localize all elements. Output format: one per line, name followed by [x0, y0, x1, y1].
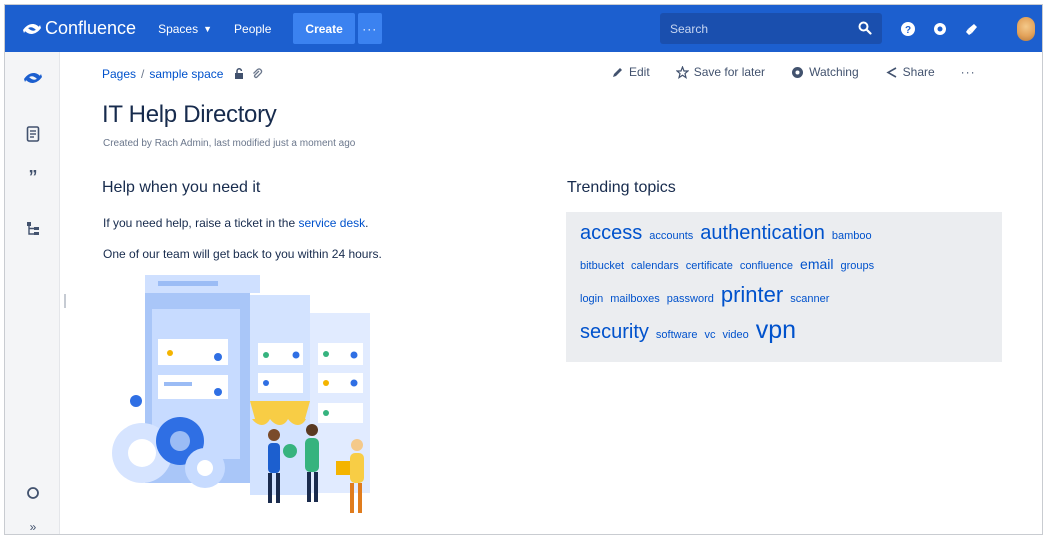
chevron-down-icon: ▼: [203, 23, 213, 34]
tag-password[interactable]: password: [667, 293, 714, 305]
svg-text:?: ?: [905, 25, 911, 36]
eye-icon: [792, 66, 804, 78]
tag-vpn[interactable]: vpn: [756, 316, 796, 345]
top-navigation: Confluence Spaces ▼ People Create ··· Se…: [5, 5, 1042, 52]
breadcrumb: Pages / sample space: [102, 67, 263, 81]
page-tree-icon[interactable]: [22, 218, 44, 240]
page-actions: Edit Save for later Watching Share ···: [612, 65, 976, 79]
tag-access[interactable]: access: [580, 222, 642, 245]
tag-login[interactable]: login: [580, 293, 603, 305]
space-logo-icon[interactable]: [22, 67, 44, 89]
page-byline: Created by Rach Admin, last modified jus…: [103, 138, 356, 149]
star-icon: [675, 65, 689, 79]
tag-software[interactable]: software: [656, 329, 698, 341]
notifications-icon[interactable]: [959, 16, 985, 42]
help-icon[interactable]: ?: [895, 16, 921, 42]
breadcrumb-pages[interactable]: Pages: [102, 67, 136, 81]
space-sidebar: ” »: [5, 52, 60, 534]
help-text-line2: One of our team will get back to you wit…: [103, 247, 382, 261]
tag-groups[interactable]: groups: [841, 260, 875, 272]
confluence-icon: [23, 23, 41, 34]
tag-calendars[interactable]: calendars: [631, 260, 679, 272]
trending-heading: Trending topics: [567, 179, 676, 196]
tag-printer[interactable]: printer: [721, 282, 783, 308]
tag-scanner[interactable]: scanner: [790, 293, 829, 305]
tag-confluence[interactable]: confluence: [740, 260, 793, 272]
spaces-label: Spaces: [158, 21, 199, 36]
tag-cloud-line: access accounts authentication bamboo: [580, 222, 988, 256]
more-actions-button[interactable]: ···: [961, 65, 976, 79]
help-line1-prefix: If you need help, raise a ticket in the: [103, 216, 299, 230]
share-icon: [886, 66, 897, 78]
help-text-line1: If you need help, raise a ticket in the …: [103, 216, 369, 230]
tag-video[interactable]: video: [722, 329, 748, 341]
space-settings-icon[interactable]: [22, 482, 44, 504]
watching-label: Watching: [809, 65, 859, 79]
service-desk-link[interactable]: service desk: [298, 216, 365, 230]
tag-bamboo[interactable]: bamboo: [832, 230, 872, 242]
confluence-logo[interactable]: Confluence: [23, 18, 136, 39]
tag-authentication[interactable]: authentication: [700, 222, 825, 245]
tag-cloud-line: security software vc video vpn: [580, 316, 988, 350]
edit-button[interactable]: Edit: [612, 65, 650, 79]
breadcrumb-separator: /: [141, 67, 145, 81]
search-placeholder: Search: [670, 21, 709, 36]
sidebar-resize-handle[interactable]: [64, 294, 66, 308]
attachment-icon[interactable]: [251, 68, 263, 80]
people-link[interactable]: People: [234, 22, 271, 36]
spaces-menu[interactable]: Spaces ▼: [158, 22, 212, 36]
tag-email[interactable]: email: [800, 256, 833, 272]
people-label: People: [234, 21, 272, 36]
save-for-later-label: Save for later: [693, 65, 766, 79]
search-icon: [858, 21, 872, 35]
confluence-window: Confluence Spaces ▼ People Create ··· Se…: [4, 4, 1043, 535]
tag-cloud-line: login mailboxes password printer scanner: [580, 282, 988, 316]
save-for-later-button[interactable]: Save for later: [675, 65, 766, 79]
tag-vc[interactable]: vc: [704, 329, 715, 341]
expand-sidebar-icon[interactable]: »: [22, 516, 44, 534]
help-heading: Help when you need it: [102, 179, 261, 196]
search-input[interactable]: Search: [660, 13, 882, 44]
tag-bitbucket[interactable]: bitbucket: [580, 260, 624, 272]
tag-security[interactable]: security: [580, 321, 649, 344]
page-title: IT Help Directory: [102, 101, 277, 128]
tag-certificate[interactable]: certificate: [686, 260, 733, 272]
tag-accounts[interactable]: accounts: [649, 230, 693, 242]
share-button[interactable]: Share: [885, 65, 935, 79]
tag-mailboxes[interactable]: mailboxes: [610, 293, 660, 305]
trending-tag-cloud: access accounts authentication bamboo bitbuc…: [566, 212, 1002, 362]
product-name: Confluence: [45, 18, 137, 38]
help-desk-illustration: [112, 275, 370, 513]
pages-icon[interactable]: [22, 123, 44, 145]
pencil-icon: [613, 68, 622, 77]
edit-label: Edit: [629, 65, 650, 79]
nav-icon-group: ?: [895, 5, 991, 52]
create-button[interactable]: Create: [293, 13, 355, 44]
tag-cloud-line: bitbucket calendars certificate confluence e…: [580, 256, 988, 282]
create-more-button[interactable]: ···: [357, 13, 382, 44]
breadcrumb-space[interactable]: sample space: [149, 67, 223, 81]
settings-icon[interactable]: [927, 16, 953, 42]
watching-button[interactable]: Watching: [791, 65, 859, 79]
blog-quote-icon[interactable]: ”: [22, 166, 44, 188]
user-avatar[interactable]: [1017, 17, 1035, 41]
restrictions-unlock-icon[interactable]: [233, 68, 245, 80]
share-label: Share: [902, 65, 935, 79]
help-line1-suffix: .: [365, 216, 369, 230]
